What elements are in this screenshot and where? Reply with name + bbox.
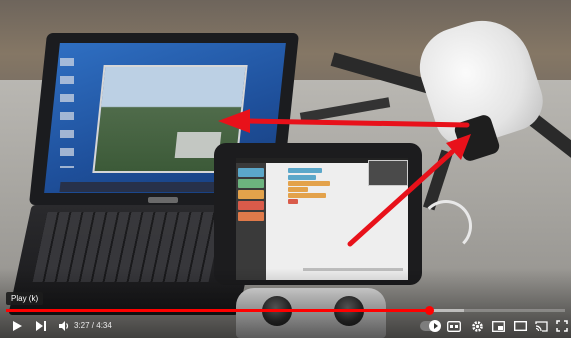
cast-button[interactable] <box>532 318 550 334</box>
next-button[interactable] <box>32 318 50 334</box>
progress-bar[interactable] <box>6 306 565 315</box>
gear-icon <box>471 320 483 332</box>
fullscreen-icon <box>556 320 568 332</box>
progress-played <box>6 309 430 312</box>
play-icon <box>13 321 22 331</box>
autoplay-toggle[interactable] <box>420 320 441 332</box>
cc-icon <box>447 320 461 332</box>
time-display: 3:27 / 4:34 <box>74 321 112 330</box>
video-player[interactable]: Play (k) 3:27 / 4:34 <box>0 0 571 338</box>
volume-icon <box>59 321 69 331</box>
controls-bar: 3:27 / 4:34 HD <box>0 315 571 338</box>
fullscreen-button[interactable] <box>553 318 571 334</box>
play-button[interactable] <box>8 318 26 334</box>
theater-mode-button[interactable] <box>511 318 529 334</box>
play-tooltip: Play (k) <box>6 292 44 305</box>
arrow-from-tablet <box>347 134 471 247</box>
next-icon <box>36 321 46 331</box>
theater-icon <box>513 321 527 331</box>
cast-icon <box>534 320 548 332</box>
miniplayer-icon <box>491 320 505 332</box>
autoplay-play-icon <box>429 320 441 332</box>
duration: 4:34 <box>96 321 112 330</box>
volume-button[interactable] <box>55 318 73 334</box>
arrow-to-laptop <box>218 109 470 133</box>
subtitles-button[interactable] <box>445 318 463 334</box>
current-time: 3:27 <box>74 321 90 330</box>
settings-button[interactable]: HD <box>468 318 486 334</box>
miniplayer-button[interactable] <box>489 318 507 334</box>
